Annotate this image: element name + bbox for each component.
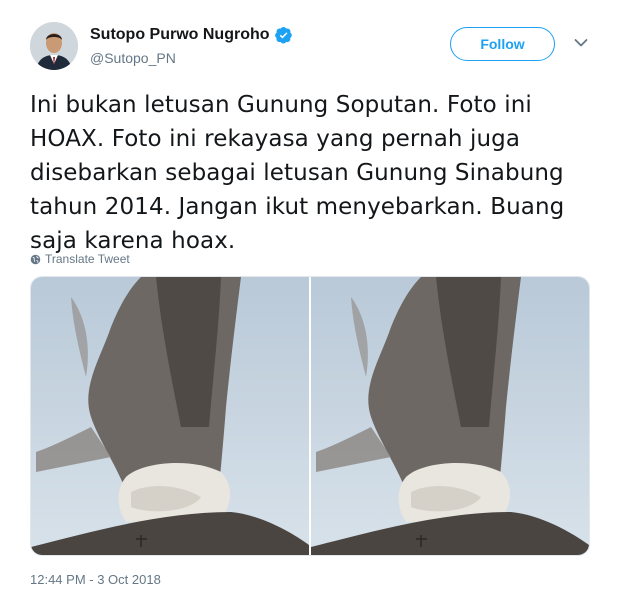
verified-badge-icon — [274, 26, 293, 44]
tweet-text-line: tahun 2014. Jangan ikut menyebarkan. Bua… — [30, 194, 565, 220]
tweet-media — [30, 276, 590, 556]
tweet-timestamp[interactable]: 12:44 PM - 3 Oct 2018 — [30, 572, 161, 587]
tweet-text-line: Ini bukan letusan Gunung Soputan. Foto i… — [30, 92, 532, 118]
volcano-eruption-photo[interactable] — [31, 277, 309, 555]
tweet-card: Sutopo Purwo Nugroho @Sutopo_PN Follow I… — [0, 0, 620, 596]
volcano-eruption-photo[interactable] — [311, 277, 589, 555]
tweet-text-line: HOAX. Foto ini rekayasa yang pernah juga — [30, 126, 521, 152]
follow-button[interactable]: Follow — [450, 27, 555, 61]
translate-tweet-label: Translate Tweet — [45, 252, 130, 266]
person-avatar-icon — [30, 22, 78, 70]
translate-tweet-link[interactable]: Translate Tweet — [30, 252, 130, 266]
globe-icon — [30, 254, 41, 264]
chevron-down-icon[interactable] — [574, 38, 588, 48]
author-display-name[interactable]: Sutopo Purwo Nugroho — [90, 26, 270, 44]
author-handle[interactable]: @Sutopo_PN — [90, 50, 176, 66]
author-name-row: Sutopo Purwo Nugroho — [90, 26, 293, 44]
tweet-text: Ini bukan letusan Gunung Soputan. Foto i… — [30, 88, 600, 258]
avatar[interactable] — [30, 22, 78, 70]
tweet-text-line: disebarkan sebagai letusan Gunung Sinabu… — [30, 160, 564, 186]
